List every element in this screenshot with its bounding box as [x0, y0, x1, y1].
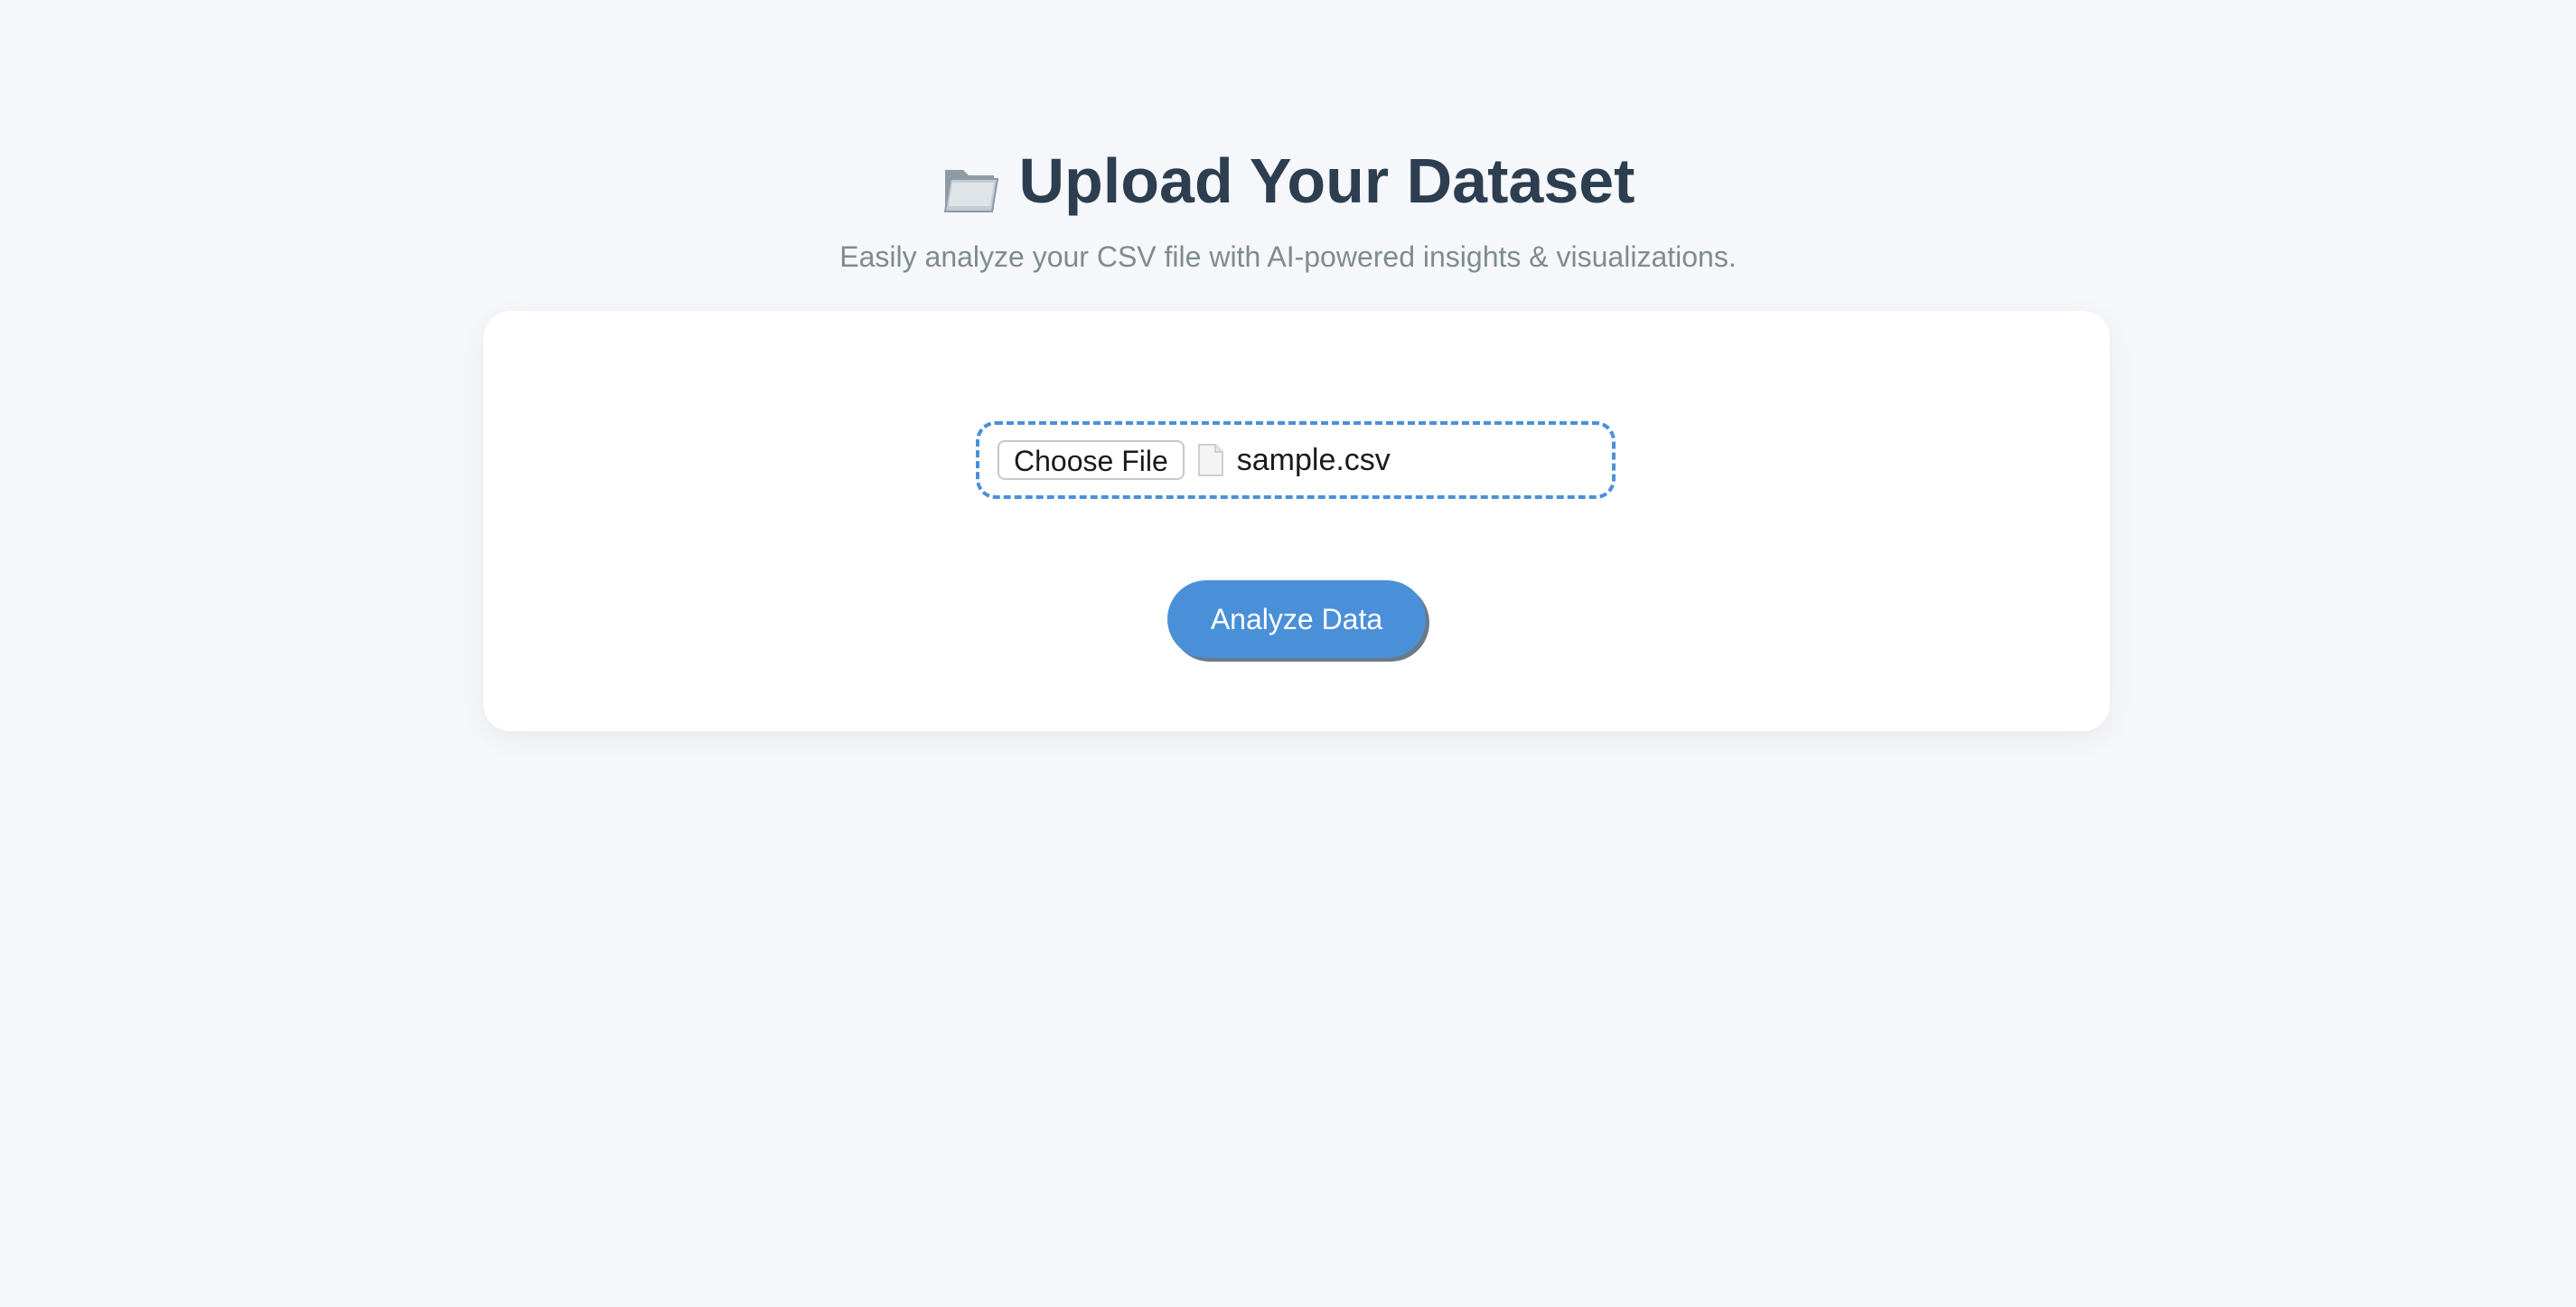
choose-file-button[interactable]: Choose File — [998, 440, 1185, 480]
page-title: Upload Your Dataset — [941, 143, 1635, 219]
selected-file-name: sample.csv — [1236, 442, 1391, 477]
upload-page: Upload Your Dataset Easily analyze your … — [0, 0, 2576, 1307]
upload-card: Choose File sample.csv Analyze Data — [483, 311, 2110, 731]
open-folder-icon — [941, 155, 1001, 212]
page-subtitle: Easily analyze your CSV file with AI-pow… — [839, 240, 1737, 273]
analyze-data-button[interactable]: Analyze Data — [1167, 580, 1426, 658]
file-dropzone[interactable]: Choose File sample.csv — [976, 421, 1616, 499]
page-header: Upload Your Dataset — [0, 143, 2576, 219]
page-title-text: Upload Your Dataset — [1018, 146, 1635, 216]
file-icon — [1197, 443, 1224, 477]
